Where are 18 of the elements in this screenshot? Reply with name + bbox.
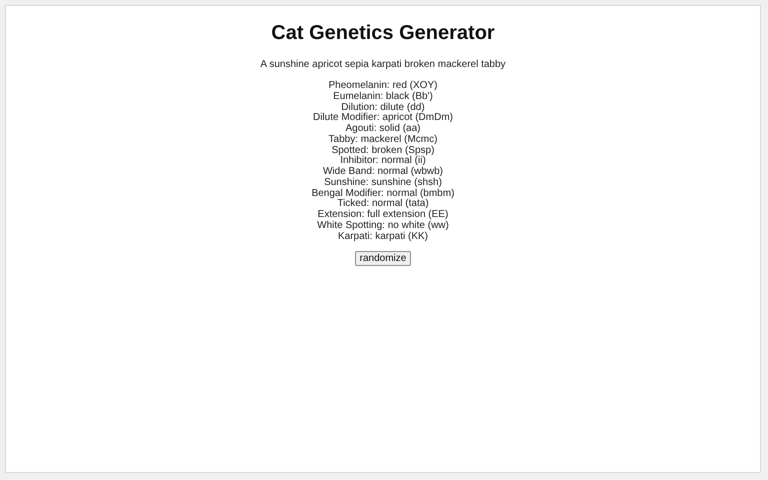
- gene-line: Wide Band: normal (wbwb): [322, 167, 444, 178]
- gene-line: Inhibitor: normal (ii): [340, 156, 426, 166]
- gene-line: Dilution: dilute (dd): [341, 102, 425, 113]
- gene-line: Spotted: broken (Spsp): [332, 146, 434, 156]
- gene-line: Ticked: normal (tata): [337, 199, 429, 210]
- gene-line: Extension: full extension (EE): [318, 210, 448, 220]
- randomize-button[interactable]: randomize: [354, 251, 412, 266]
- page-title: Cat Genetics Generator: [271, 21, 495, 45]
- gene-line: Eumelanin: black (Bb'): [333, 92, 433, 102]
- gene-line: White Spotting: no white (ww): [317, 220, 449, 231]
- gene-line: Sunshine: sunshine (shsh): [324, 178, 442, 188]
- gene-line: Pheomelanin: red (XOY): [328, 81, 438, 92]
- gene-line: Karpati: karpati (KK): [338, 232, 428, 242]
- gene-line: Agouti: solid (aa): [345, 124, 421, 134]
- cat-description: A sunshine apricot sepia karpati broken mackerel tabby: [260, 58, 506, 71]
- gene-line: Bengal Modifier: normal (bmbm): [312, 188, 454, 199]
- gene-line: Dilute Modifier: apricot (DmDm): [312, 113, 453, 124]
- gene-line: Tabby: mackerel (Mcmc): [328, 134, 438, 145]
